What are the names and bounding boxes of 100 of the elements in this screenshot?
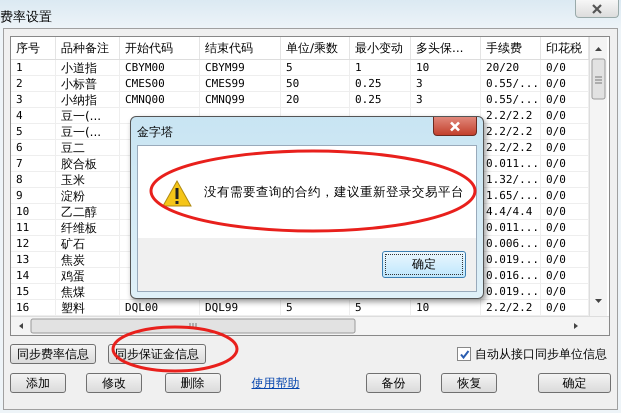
action-button[interactable]: 恢复 <box>441 373 498 393</box>
table-cell: 0.019... <box>486 253 539 266</box>
close-icon <box>591 4 603 14</box>
column-header[interactable]: 品种备注 <box>56 37 120 59</box>
warning-icon <box>162 180 192 206</box>
table-cell: 0.016... <box>486 269 539 282</box>
table-cell: CMES99 <box>205 77 245 90</box>
table-cell: 20 <box>286 93 300 106</box>
action-button[interactable]: 确定 <box>538 373 612 393</box>
table-cell: 0.006... <box>486 237 539 250</box>
table-cell: 2 <box>16 77 23 90</box>
table-cell: 0.25 <box>355 93 382 106</box>
table-cell: 0/0 <box>546 61 566 74</box>
table-cell: 4.4/4.4 <box>486 205 532 218</box>
table-cell: 玉米 <box>61 173 85 187</box>
table-cell: 16 <box>16 301 30 314</box>
table-cell: 10 <box>416 301 430 314</box>
table-cell: 5 <box>286 61 293 74</box>
table-cell: 0/0 <box>546 221 566 234</box>
table-cell: 小道指 <box>61 61 97 75</box>
column-header[interactable]: 结束代码 <box>200 37 281 59</box>
sync-button[interactable]: 同步费率信息 <box>10 344 96 364</box>
table-cell: 纤维板 <box>61 221 97 235</box>
table-cell: 塑料 <box>61 301 85 315</box>
action-button[interactable]: 添加 <box>10 373 66 393</box>
horizontal-scrollbar[interactable] <box>11 316 609 335</box>
column-header[interactable]: 多头保... <box>411 37 481 59</box>
checkbox[interactable] <box>457 347 471 361</box>
column-header[interactable]: 开始代码 <box>120 37 200 59</box>
action-button[interactable]: 备份 <box>366 373 422 393</box>
table-cell: 13 <box>16 253 30 266</box>
close-button[interactable] <box>575 0 619 18</box>
help-link[interactable]: 使用帮助 <box>252 374 300 392</box>
table-cell: 乙二醇 <box>61 205 97 219</box>
table-cell: CMNQ99 <box>205 93 245 106</box>
table-cell: 1.32/... <box>486 173 539 186</box>
table-cell: 豆一(... <box>61 125 102 139</box>
table-cell: 12 <box>16 237 30 250</box>
table-cell: CBYM00 <box>125 61 165 74</box>
table-cell: 5 <box>16 125 23 138</box>
checkbox-label[interactable]: 自动从接口同步单位信息 <box>475 346 607 362</box>
table-cell: 20/20 <box>486 61 520 74</box>
table-cell: 0/0 <box>546 93 566 106</box>
column-header[interactable]: 序号 <box>11 37 56 59</box>
table-cell: 0/0 <box>546 157 566 170</box>
table-cell: 0/0 <box>546 109 566 122</box>
table-cell: 0.011... <box>486 221 539 234</box>
close-icon <box>448 120 462 132</box>
table-cell: 15 <box>16 285 30 298</box>
table-cell: 0/0 <box>546 125 566 138</box>
table-cell: 2.2/2.2 <box>486 125 532 138</box>
table-cell: 豆一(... <box>61 109 102 123</box>
column-header[interactable]: 最小变动 <box>350 37 411 59</box>
table-cell: 1 <box>355 61 362 74</box>
table-cell: 0/0 <box>546 285 566 298</box>
table-cell: 2.2/2.2 <box>486 301 532 314</box>
table-cell: 1.65/... <box>486 189 539 202</box>
column-header[interactable]: 单位/乘数 <box>281 37 350 59</box>
table-cell: 11 <box>16 221 30 234</box>
table-cell: 5 <box>355 301 362 314</box>
table-cell: 8 <box>16 173 23 186</box>
table-cell: 3 <box>16 93 23 106</box>
table-cell: 0/0 <box>546 173 566 186</box>
ok-button[interactable]: 确定 <box>382 251 466 278</box>
table-cell: 0/0 <box>546 253 566 266</box>
table-cell: 0.55/... <box>486 77 539 90</box>
table-cell: 0/0 <box>546 189 566 202</box>
table-cell: 0.019... <box>486 285 539 298</box>
dialog-message: 没有需要查询的合约，建议重新登录交易平台 <box>204 184 464 200</box>
table-cell: 0/0 <box>546 205 566 218</box>
table-cell: 胶合板 <box>61 157 97 171</box>
table-cell: 0.011... <box>486 157 539 170</box>
table-cell: 淀粉 <box>61 189 85 203</box>
table-cell: 2.2/2.2 <box>486 109 532 122</box>
table-cell: 矿石 <box>61 237 85 251</box>
table-cell: 焦煤 <box>61 285 85 299</box>
table-cell: 14 <box>16 269 30 282</box>
table-cell: CBYM99 <box>205 61 245 74</box>
table-cell: 1 <box>16 61 23 74</box>
table-cell: 10 <box>416 61 430 74</box>
vertical-scrollbar[interactable] <box>589 37 607 316</box>
table-cell: 3 <box>416 77 423 90</box>
table-cell: 6 <box>16 141 23 154</box>
table-cell: 鸡蛋 <box>61 269 85 283</box>
action-button[interactable]: 修改 <box>86 373 142 393</box>
action-button[interactable]: 删除 <box>164 373 221 393</box>
table-cell: 焦炭 <box>61 253 85 267</box>
table-cell: 0/0 <box>546 301 566 314</box>
table-cell: 50 <box>286 77 300 90</box>
table-cell: 5 <box>286 301 293 314</box>
table-cell: CMNQ00 <box>125 93 165 106</box>
table-cell: 豆二 <box>61 141 85 155</box>
table-cell: 7 <box>16 157 23 170</box>
table-cell: DQL99 <box>205 301 238 314</box>
table-cell: 小纳指 <box>61 93 97 107</box>
table-cell: 0/0 <box>546 141 566 154</box>
close-button[interactable] <box>433 117 477 136</box>
table-cell: 10 <box>16 205 30 218</box>
column-header[interactable]: 手续费 <box>481 37 541 59</box>
table-cell: 小标普 <box>61 77 97 91</box>
